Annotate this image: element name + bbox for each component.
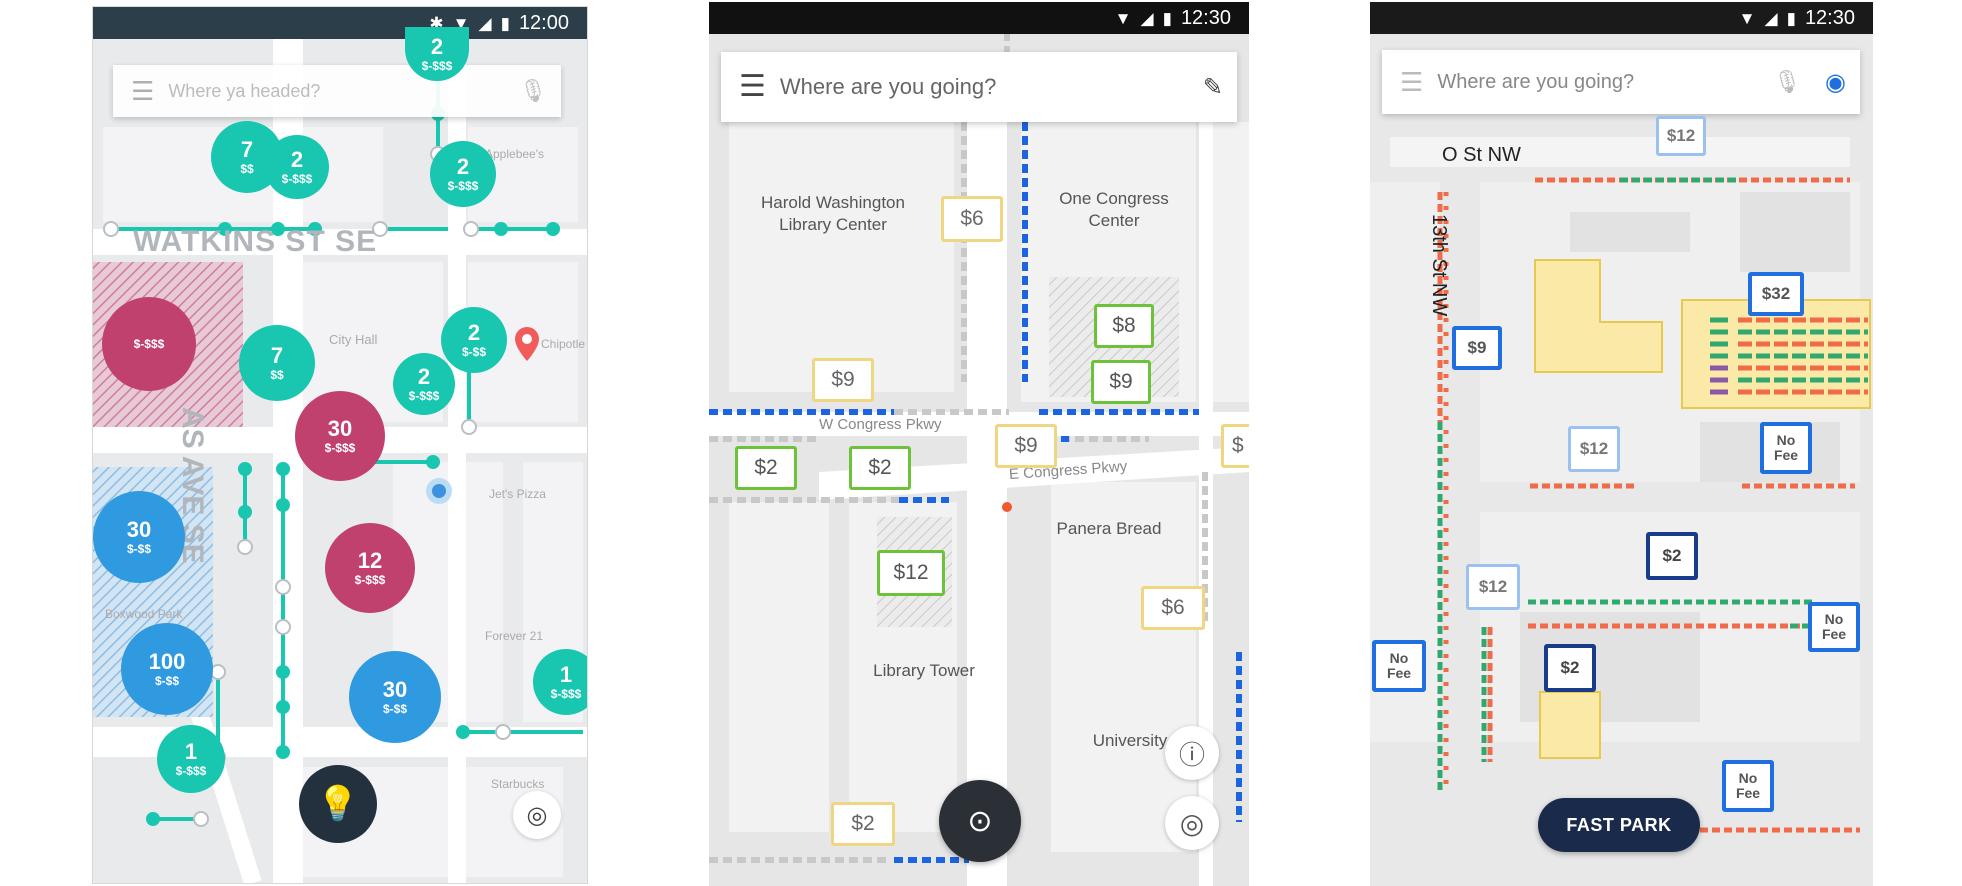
price-tag[interactable]: $2 [1544, 644, 1596, 692]
price-tag[interactable]: $9 [812, 358, 874, 402]
search-input[interactable]: Where are you going? [780, 74, 1203, 100]
parking-cluster-marker[interactable]: 12 $-$$$ [325, 523, 415, 613]
place-label: Harold Washington Library Center [761, 193, 905, 234]
menu-icon[interactable]: ☰ [131, 78, 154, 104]
phone-screen-3: ▼ ◢ ▮ 12:30 ☰ Where are you going? 🎙 ◉ O… [1370, 2, 1873, 886]
lightbulb-icon: 💡 [316, 785, 360, 823]
my-location-button[interactable]: ◎ [1165, 796, 1219, 850]
parking-cluster-marker[interactable]: 30 $-$$$ [295, 391, 385, 481]
mic-icon[interactable]: 🎙 [519, 78, 547, 104]
search-bar[interactable]: ☰ Where are you going? ✎ [721, 52, 1237, 122]
mic-icon[interactable]: 🎙 [1773, 69, 1801, 95]
signal-icon: ◢ [478, 13, 492, 33]
location-pin-icon: ⊙ [967, 804, 993, 838]
price-tag[interactable]: $ [1221, 424, 1249, 468]
place-label: Boxwood Park [105, 607, 183, 621]
wifi-icon: ▼ [1738, 8, 1756, 28]
parking-cluster-marker[interactable]: 2 $-$$$ [265, 135, 329, 199]
place-label: One Congress Center [1059, 189, 1169, 230]
place-label: City Hall [329, 332, 378, 347]
pencil-icon[interactable]: ✎ [1203, 73, 1223, 102]
menu-icon[interactable]: ☰ [739, 72, 766, 102]
parking-cluster-marker[interactable]: 7 $$ [239, 325, 315, 401]
place-label: Jet's Pizza [489, 487, 546, 501]
street-label-o-st: O St NW [1442, 144, 1521, 166]
price-tag[interactable]: No Fee [1722, 760, 1774, 812]
menu-icon[interactable]: ☰ [1400, 69, 1423, 95]
status-bar: ▼ ◢ ▮ 12:30 [1370, 2, 1873, 34]
price-tag[interactable]: $2 [831, 802, 895, 846]
wifi-icon: ▼ [1114, 8, 1132, 28]
place-label: Library Tower [873, 661, 975, 680]
parking-cluster-marker[interactable]: 30 $-$$ [93, 491, 185, 583]
parking-cluster-marker[interactable]: 30 $-$$ [349, 651, 441, 743]
price-tag[interactable]: $2 [849, 446, 911, 490]
parking-cluster-marker[interactable]: 2 $-$$$ [430, 141, 496, 207]
crosshair-icon: ◎ [1179, 807, 1205, 839]
status-time: 12:00 [518, 11, 569, 34]
street-label: W Congress Pkwy [819, 416, 942, 433]
price-tag[interactable]: No Fee [1808, 602, 1860, 652]
status-time: 12:30 [1180, 6, 1231, 29]
parking-cluster-marker[interactable]: 2 $-$$ [441, 307, 507, 373]
price-tag[interactable]: $9 [1452, 326, 1502, 370]
price-tag[interactable]: $2 [735, 446, 797, 490]
parking-cluster-marker[interactable]: 100 $-$$ [121, 623, 213, 715]
price-tag[interactable]: $12 [1656, 116, 1706, 156]
phone-screen-2: ▼ ◢ ▮ 12:30 ☰ Where are you going? ✎ Har… [709, 2, 1249, 886]
parking-cluster-marker[interactable]: 2 $-$$$ [393, 353, 455, 415]
parking-cluster-marker[interactable]: $-$$$ [102, 297, 196, 391]
battery-icon: ▮ [1162, 8, 1172, 28]
price-tag[interactable]: $8 [1094, 304, 1154, 348]
phone-screen-1: ✱ ▼ ◢ ▮ 12:00 ☰ Where ya headed? 🎙 WATKI… [92, 6, 588, 884]
status-bar: ▼ ◢ ▮ 12:30 [709, 2, 1249, 34]
battery-icon: ▮ [1786, 8, 1796, 28]
status-bar: ✱ ▼ ◢ ▮ 12:00 [93, 7, 587, 39]
price-tag[interactable]: No Fee [1372, 640, 1426, 692]
my-location-button[interactable]: ◎ [513, 791, 561, 839]
gps-icon[interactable]: ◉ [1825, 68, 1846, 97]
place-label: Chipotle [541, 337, 586, 351]
battery-icon: ▮ [500, 13, 510, 33]
price-tag[interactable]: $2 [1646, 532, 1698, 580]
search-bar[interactable]: ☰ Where ya headed? 🎙 [113, 65, 561, 117]
price-tag[interactable]: $12 [877, 550, 945, 596]
price-tag[interactable]: $6 [941, 196, 1003, 242]
search-bar[interactable]: ☰ Where are you going? 🎙 ◉ [1382, 50, 1860, 114]
status-time: 12:30 [1804, 6, 1855, 29]
price-tag[interactable]: $9 [1091, 360, 1151, 404]
search-input[interactable]: Where are you going? [1437, 71, 1773, 94]
fast-park-button[interactable]: FAST PARK [1538, 798, 1700, 852]
place-label: Panera Bread [1056, 519, 1162, 538]
signal-icon: ◢ [1764, 8, 1778, 28]
price-tag[interactable]: $9 [995, 424, 1057, 468]
lightbulb-button[interactable]: 💡 [299, 765, 377, 843]
street-label-13th: 13th St NW [1428, 214, 1450, 317]
crosshair-icon: ◎ [526, 801, 548, 829]
parking-cluster-marker[interactable]: 1 $-$$$ [157, 725, 225, 793]
price-tag[interactable]: $12 [1568, 426, 1620, 472]
price-tag[interactable]: $6 [1141, 586, 1205, 630]
price-tag[interactable]: $12 [1466, 564, 1520, 610]
signal-icon: ◢ [1140, 8, 1154, 28]
price-tag[interactable]: No Fee [1760, 422, 1812, 474]
search-input[interactable]: Where ya headed? [168, 81, 519, 102]
place-label: Forever 21 [485, 629, 544, 643]
street-label-watkins: WATKINS ST SE [133, 225, 378, 258]
info-icon: ⓘ [1178, 739, 1205, 770]
price-tag[interactable]: $32 [1748, 272, 1804, 316]
info-button[interactable]: ⓘ [1165, 726, 1219, 780]
park-here-button[interactable]: ⊙ [939, 780, 1021, 862]
